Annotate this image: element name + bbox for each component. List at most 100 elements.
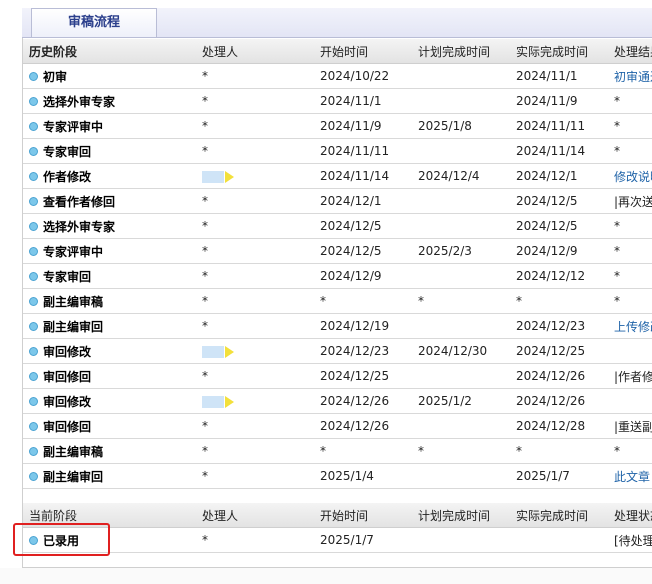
start-time-cell: 2025/1/7 xyxy=(312,527,410,553)
start-time-cell: 2024/12/5 xyxy=(312,238,410,264)
bullet-icon xyxy=(29,346,38,356)
bullet-icon xyxy=(29,271,38,281)
stage-cell: 选择外审专家 xyxy=(23,213,194,239)
planned-time-cell xyxy=(410,527,508,553)
planned-time-cell xyxy=(410,188,508,214)
result-link[interactable]: 修改说明 xyxy=(606,163,652,189)
result-link[interactable]: 此文章 xyxy=(606,463,652,489)
start-time-cell: 2024/11/11 xyxy=(312,138,410,164)
result-cell: * xyxy=(606,288,652,314)
stage-cell: 初审 xyxy=(23,63,194,89)
planned-time-cell: 2025/1/2 xyxy=(410,388,508,414)
actual-time-cell: 2024/12/5 xyxy=(508,213,606,239)
table-row: 副主编审稿 * * * * * xyxy=(23,438,652,464)
bullet-icon xyxy=(29,196,38,206)
arrow-icon[interactable] xyxy=(225,345,234,358)
col-header-start-time: 开始时间 xyxy=(312,503,410,528)
planned-time-cell xyxy=(410,413,508,439)
start-time-cell: 2024/11/14 xyxy=(312,163,410,189)
result-cell: |再次送 xyxy=(606,188,652,214)
result-link[interactable]: 初审通过 xyxy=(606,63,652,89)
result-cell: * xyxy=(606,263,652,289)
avatar xyxy=(202,170,224,183)
planned-time-cell xyxy=(410,313,508,339)
start-time-cell: * xyxy=(312,438,410,464)
stage-name: 审回修改 xyxy=(43,344,92,359)
handler-cell: * xyxy=(194,263,312,289)
start-time-cell: 2024/12/26 xyxy=(312,388,410,414)
planned-time-cell xyxy=(410,463,508,489)
col-header-actual-time: 实际完成时间 xyxy=(508,503,606,528)
bullet-icon xyxy=(29,221,38,231)
handler-cell: * xyxy=(194,413,312,439)
col-header-handler: 处理人 xyxy=(194,39,312,64)
bullet-icon xyxy=(29,71,38,81)
stage-cell: 副主编审回 xyxy=(23,313,194,339)
handler-cell xyxy=(194,338,312,364)
col-header-actual-time: 实际完成时间 xyxy=(508,39,606,64)
highlight-box xyxy=(13,523,110,556)
stage-name: 副主编审回 xyxy=(43,319,104,334)
stage-name: 审回修改 xyxy=(43,394,92,409)
tab-review-process[interactable]: 审稿流程 xyxy=(31,8,157,37)
handler-cell: * xyxy=(194,363,312,389)
result-cell: |作者修 xyxy=(606,363,652,389)
current-header-row: 当前阶段 处理人 开始时间 计划完成时间 实际完成时间 处理状态 xyxy=(23,503,652,528)
result-cell: * xyxy=(606,88,652,114)
stage-name: 查看作者修回 xyxy=(43,194,116,209)
actual-time-cell: * xyxy=(508,438,606,464)
col-header-planned-time: 计划完成时间 xyxy=(410,503,508,528)
stage-cell: 审回修回 xyxy=(23,413,194,439)
arrow-icon[interactable] xyxy=(225,395,234,408)
actual-time-cell: 2024/12/1 xyxy=(508,163,606,189)
result-cell: * xyxy=(606,113,652,139)
table-row: 选择外审专家 * 2024/12/5 2024/12/5 * xyxy=(23,213,652,239)
result-link[interactable]: 上传修改 xyxy=(606,313,652,339)
stage-cell: 作者修改 xyxy=(23,163,194,189)
result-cell xyxy=(606,388,652,414)
start-time-cell: 2024/12/19 xyxy=(312,313,410,339)
result-cell: * xyxy=(606,213,652,239)
planned-time-cell: 2025/1/8 xyxy=(410,113,508,139)
bullet-icon xyxy=(29,371,38,381)
stage-name: 副主编审稿 xyxy=(43,294,104,309)
handler-cell: * xyxy=(194,463,312,489)
planned-time-cell xyxy=(410,213,508,239)
table-row: 专家审回 * 2024/11/11 2024/11/14 * xyxy=(23,138,652,164)
planned-time-cell xyxy=(410,363,508,389)
arrow-icon[interactable] xyxy=(225,170,234,183)
actual-time-cell: 2024/12/28 xyxy=(508,413,606,439)
col-header-planned-time: 计划完成时间 xyxy=(410,39,508,64)
table-row: 专家评审中 * 2024/11/9 2025/1/8 2024/11/11 * xyxy=(23,113,652,139)
handler-cell: * xyxy=(194,138,312,164)
stage-name: 专家评审中 xyxy=(43,119,104,134)
bottom-strip xyxy=(0,568,652,584)
history-table: 历史阶段 处理人 开始时间 计划完成时间 实际完成时间 处理结果 初审*2024… xyxy=(23,39,652,489)
stage-cell: 专家审回 xyxy=(23,138,194,164)
stage-name: 作者修改 xyxy=(43,169,92,184)
planned-time-cell: 2024/12/4 xyxy=(410,163,508,189)
table-row: 已录用 * 2025/1/7 [待处理 xyxy=(23,527,652,553)
actual-time-cell: 2025/1/7 xyxy=(508,463,606,489)
result-cell: * xyxy=(606,438,652,464)
stage-cell: 专家评审中 xyxy=(23,238,194,264)
actual-time-cell: 2024/12/5 xyxy=(508,188,606,214)
table-row: 审回修回 * 2024/12/25 2024/12/26 |作者修 xyxy=(23,363,652,389)
handler-cell: * xyxy=(194,238,312,264)
start-time-cell: 2024/12/1 xyxy=(312,188,410,214)
table-row: 作者修改 2024/11/142024/12/42024/12/1修改说明 xyxy=(23,163,652,189)
stage-name: 审回修回 xyxy=(43,419,92,434)
handler-cell: * xyxy=(194,113,312,139)
stage-cell: 专家审回 xyxy=(23,263,194,289)
planned-time-cell: 2024/12/30 xyxy=(410,338,508,364)
start-time-cell: 2024/12/26 xyxy=(312,413,410,439)
tab-bar: 审稿流程 xyxy=(22,8,652,38)
start-time-cell: 2024/12/23 xyxy=(312,338,410,364)
start-time-cell: 2024/12/9 xyxy=(312,263,410,289)
handler-cell xyxy=(194,388,312,414)
stage-name: 专家评审中 xyxy=(43,244,104,259)
avatar xyxy=(202,395,224,408)
stage-cell: 审回修改 xyxy=(23,338,194,364)
bullet-icon xyxy=(29,396,38,406)
actual-time-cell: 2024/11/11 xyxy=(508,113,606,139)
